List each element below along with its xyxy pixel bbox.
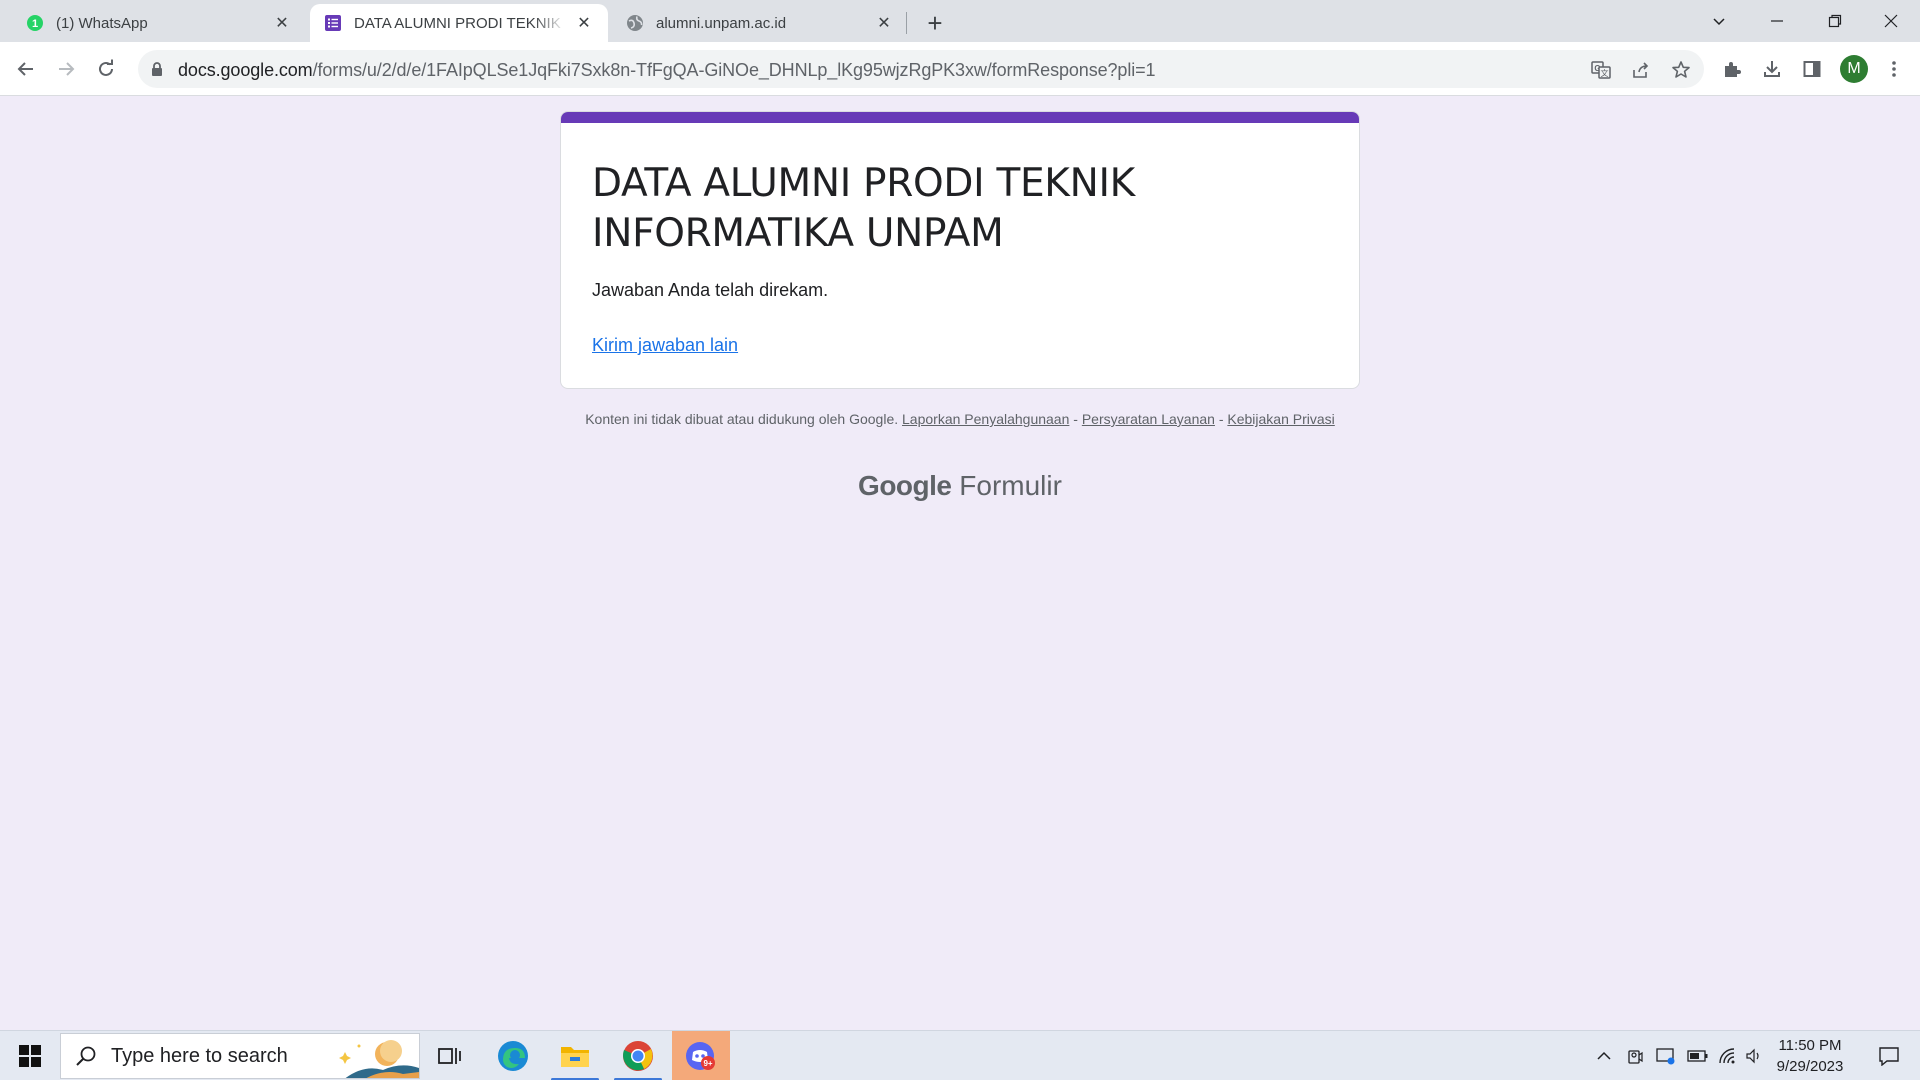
url-text[interactable]: docs.google.com/forms/u/2/d/e/1FAIpQLSe1… xyxy=(178,60,1156,81)
taskbar-search-box[interactable]: Type here to search xyxy=(60,1033,420,1079)
url-path: /forms/u/2/d/e/1FAIpQLSe1JqFki7Sxk8n-TfF… xyxy=(312,60,1156,80)
form-title: DATA ALUMNI PRODI TEKNIK INFORMATIKA UNP… xyxy=(592,161,1135,256)
browser-toolbar: docs.google.com/forms/u/2/d/e/1FAIpQLSe1… xyxy=(0,42,1920,96)
clock-time: 11:50 PM xyxy=(1778,1037,1842,1054)
report-abuse-link[interactable]: Laporkan Penyalahgunaan xyxy=(902,411,1069,427)
lock-icon[interactable] xyxy=(150,61,164,82)
battery-icon xyxy=(1687,1050,1708,1062)
start-button[interactable] xyxy=(8,1031,52,1080)
confirmation-message: Jawaban Anda telah direkam. xyxy=(592,280,829,300)
reload-button[interactable] xyxy=(90,53,122,85)
notification-icon xyxy=(1879,1047,1899,1066)
tab-title: (1) WhatsApp xyxy=(56,14,148,32)
footer-disclaimer: Konten ini tidak dibuat atau didukung ol… xyxy=(560,410,1360,428)
tab-google-form[interactable]: DATA ALUMNI PRODI TEKNIK INFORMATIKA UNP… xyxy=(310,4,608,42)
camera-icon xyxy=(1628,1050,1643,1064)
search-highlight-illustration xyxy=(339,1040,419,1078)
arrow-left-icon xyxy=(17,62,33,76)
tab-search-button[interactable] xyxy=(1690,0,1748,42)
taskbar-edge[interactable] xyxy=(485,1031,541,1080)
globe-icon xyxy=(626,14,644,32)
wifi-icon xyxy=(1719,1048,1735,1064)
google-forms-logo[interactable]: Google Formulir xyxy=(0,470,1920,502)
tab-whatsapp[interactable]: 1 (1) WhatsApp ✕ xyxy=(0,4,306,42)
notification-center-button[interactable] xyxy=(1864,1031,1914,1080)
more-vertical-icon xyxy=(1892,61,1896,77)
show-hidden-icons-button[interactable] xyxy=(1590,1031,1618,1080)
tab-title: alumni.unpam.ac.id xyxy=(656,14,787,32)
whatsapp-icon: 1 xyxy=(26,14,44,32)
brand-google: Google xyxy=(858,470,952,501)
brand-product: Formulir xyxy=(959,470,1062,501)
task-view-icon xyxy=(438,1048,461,1064)
tray-battery[interactable] xyxy=(1684,1031,1712,1080)
form-accent-bar xyxy=(561,112,1359,123)
chevron-down-icon xyxy=(1713,18,1725,26)
tray-meet-now[interactable] xyxy=(1622,1031,1648,1080)
google-forms-icon xyxy=(324,14,342,32)
taskbar-discord[interactable]: 9+ xyxy=(672,1031,730,1080)
minimize-icon xyxy=(1771,20,1783,22)
avatar-initial: M xyxy=(1847,60,1861,77)
side-panel-button[interactable] xyxy=(1796,53,1828,85)
extensions-button[interactable] xyxy=(1716,53,1748,85)
tab-title: DATA ALUMNI PRODI TEKNIK INFORMATIKA UNP… xyxy=(354,14,566,32)
close-icon[interactable]: ✕ xyxy=(272,13,292,33)
submit-another-response-link[interactable]: Kirim jawaban lain xyxy=(592,335,738,356)
task-view-button[interactable] xyxy=(422,1031,478,1080)
close-icon xyxy=(1884,14,1898,28)
disclaimer-text: Konten ini tidak dibuat atau didukung ol… xyxy=(585,411,899,427)
chevron-up-icon xyxy=(1597,1051,1611,1060)
translate-icon[interactable]: G文 xyxy=(1588,57,1614,83)
discord-icon: 9+ xyxy=(686,1042,715,1070)
tab-separator xyxy=(906,12,907,34)
share-icon[interactable] xyxy=(1628,57,1654,83)
side-panel-icon xyxy=(1803,61,1821,77)
taskbar-chrome[interactable] xyxy=(610,1031,666,1080)
tray-cast[interactable] xyxy=(1652,1031,1680,1080)
terms-link[interactable]: Persyaratan Layanan xyxy=(1082,411,1215,427)
clock-date: 9/29/2023 xyxy=(1776,1058,1844,1075)
menu-button[interactable] xyxy=(1878,53,1910,85)
download-icon xyxy=(1764,61,1780,77)
cast-icon xyxy=(1656,1048,1675,1065)
search-icon xyxy=(76,1046,96,1066)
profile-avatar[interactable]: M xyxy=(1840,55,1868,83)
form-response-card: DATA ALUMNI PRODI TEKNIK INFORMATIKA UNP… xyxy=(560,111,1360,389)
svg-text:文: 文 xyxy=(1601,68,1609,78)
reload-icon xyxy=(99,59,113,76)
search-placeholder: Type here to search xyxy=(111,1044,288,1067)
arrow-right-icon xyxy=(59,62,75,76)
downloads-button[interactable] xyxy=(1756,53,1788,85)
folder-icon xyxy=(561,1047,589,1067)
address-bar[interactable]: docs.google.com/forms/u/2/d/e/1FAIpQLSe1… xyxy=(138,50,1704,88)
restore-icon xyxy=(1828,14,1842,28)
forward-button[interactable] xyxy=(50,53,82,85)
chrome-icon xyxy=(623,1041,653,1071)
bookmark-star-icon[interactable] xyxy=(1668,57,1694,83)
new-tab-button[interactable]: + xyxy=(920,8,950,38)
taskbar-clock[interactable]: 11:50 PM 9/29/2023 xyxy=(1760,1035,1860,1077)
windows-taskbar: Type here to search 9+ 11:50 PM 9/29/202… xyxy=(0,1030,1920,1080)
close-window-button[interactable] xyxy=(1862,0,1920,42)
svg-text:1: 1 xyxy=(32,18,38,30)
tab-strip: 1 (1) WhatsApp ✕ DATA ALUMNI PRODI TEKNI… xyxy=(0,0,1920,42)
close-icon[interactable]: ✕ xyxy=(874,13,894,33)
edge-icon xyxy=(498,1041,528,1071)
puzzle-icon xyxy=(1725,62,1741,77)
separator: - xyxy=(1073,411,1078,427)
windows-logo-icon xyxy=(19,1045,41,1067)
minimize-button[interactable] xyxy=(1748,0,1806,42)
svg-text:9+: 9+ xyxy=(703,1059,712,1068)
tab-alumni-unpam[interactable]: alumni.unpam.ac.id ✕ xyxy=(612,4,908,42)
back-button[interactable] xyxy=(10,53,42,85)
close-icon[interactable]: ✕ xyxy=(574,13,594,33)
restore-button[interactable] xyxy=(1806,0,1864,42)
privacy-link[interactable]: Kebijakan Privasi xyxy=(1227,411,1334,427)
separator: - xyxy=(1218,411,1224,427)
url-host: docs.google.com xyxy=(178,60,313,80)
taskbar-file-explorer[interactable] xyxy=(547,1031,603,1080)
tray-network[interactable] xyxy=(1714,1031,1742,1080)
